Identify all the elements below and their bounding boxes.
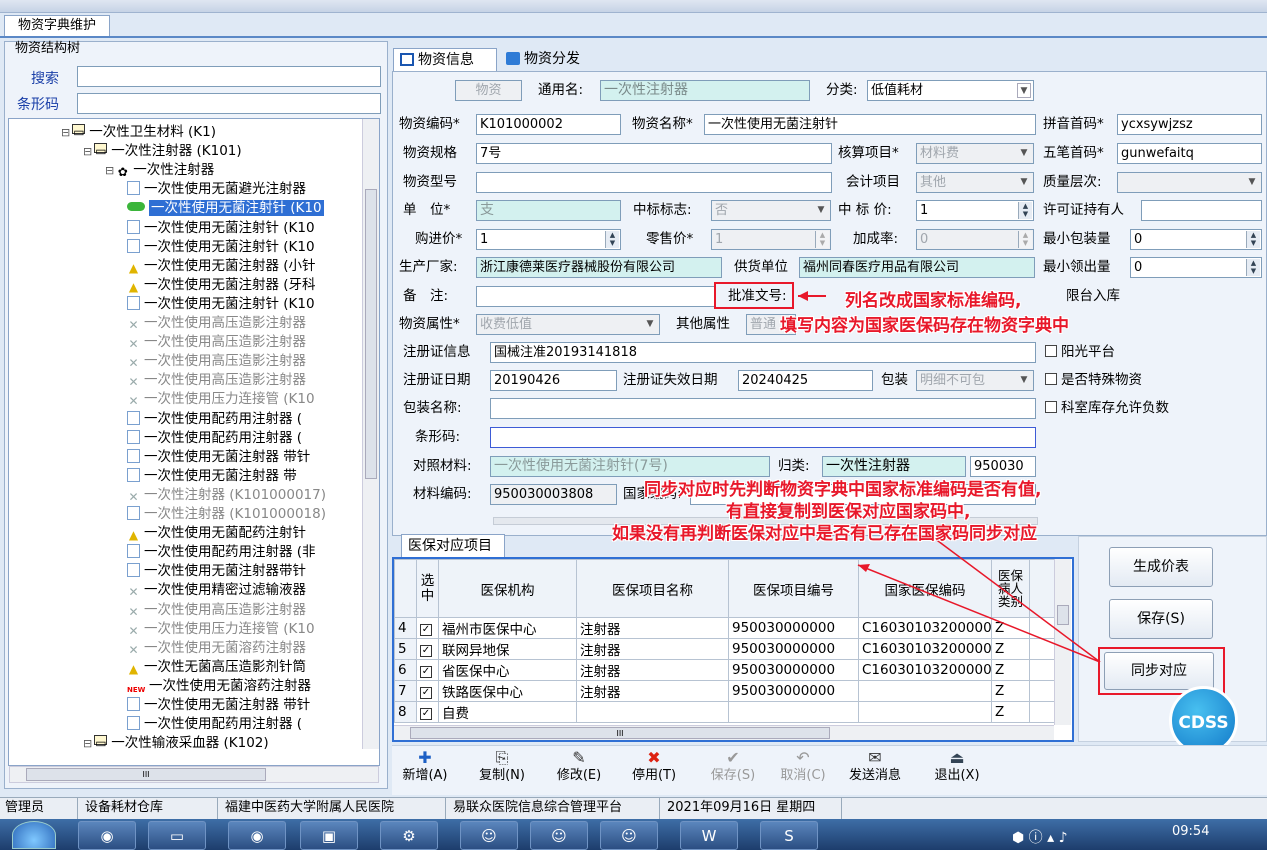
annotation-2: 填写内容为国家医保码存在物资字典中 bbox=[780, 316, 1069, 336]
annotation-arrows bbox=[798, 291, 1101, 663]
annotation-1: 列名改成国家标准编码, bbox=[845, 291, 1022, 311]
annotation-5: 如果没有再判断医保对应中是否有已存在国家码同步对应 bbox=[612, 524, 1037, 544]
